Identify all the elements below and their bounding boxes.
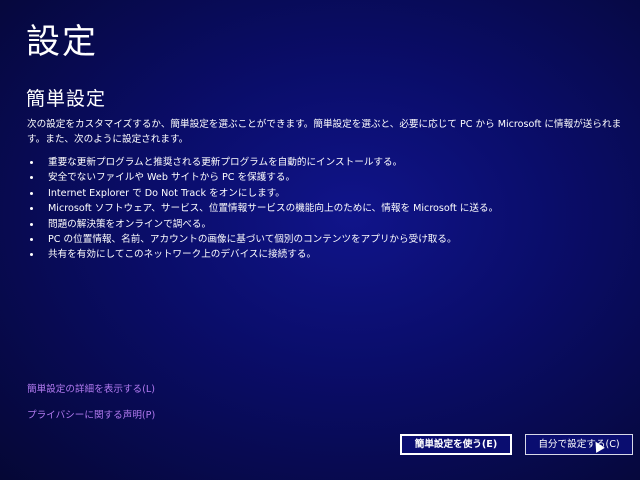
list-item: 重要な更新プログラムと推奨される更新プログラムを自動的にインストールする。 <box>27 155 627 170</box>
bullet-icon <box>30 238 33 242</box>
page-title: 設定 <box>26 22 98 62</box>
bullet-icon <box>30 222 33 226</box>
bullet-icon <box>30 207 33 211</box>
list-item-label: 問題の解決策をオンラインで調べる。 <box>48 218 212 230</box>
section-description: 次の設定をカスタマイズするか、簡単設定を選ぶことができます。簡単設定を選ぶと、必… <box>27 119 622 145</box>
list-item: 安全でないファイルや Web サイトから PC を保護する。 <box>27 170 627 185</box>
customize-button[interactable]: 自分で設定する(C) <box>525 434 633 455</box>
list-item: Microsoft ソフトウェア、サービス、位置情報サービスの機能向上のために、… <box>27 201 627 216</box>
oobe-settings-screen: 設定 簡単設定 次の設定をカスタマイズするか、簡単設定を選ぶことができます。簡単… <box>0 0 640 480</box>
list-item: 問題の解決策をオンラインで調べる。 <box>27 217 627 232</box>
list-item-label: Microsoft ソフトウェア、サービス、位置情報サービスの機能向上のために、… <box>48 203 499 215</box>
list-item-label: 重要な更新プログラムと推奨される更新プログラムを自動的にインストールする。 <box>48 157 403 168</box>
list-item: PC の位置情報、名前、アカウントの画像に基づいて個別のコンテンツをアプリから受… <box>27 232 627 247</box>
section-title: 簡単設定 <box>26 88 107 110</box>
list-item: 共有を有効にしてこのネットワーク上のデバイスに接続する。 <box>27 247 627 262</box>
privacy-statement-link[interactable]: プライバシーに関する声明(P) <box>27 407 155 421</box>
bullet-icon <box>30 191 33 195</box>
bullet-icon <box>30 176 33 180</box>
use-express-settings-button[interactable]: 簡単設定を使う(E) <box>400 434 512 455</box>
list-item: Internet Explorer で Do Not Track をオンにします… <box>27 186 627 201</box>
list-item-label: PC の位置情報、名前、アカウントの画像に基づいて個別のコンテンツをアプリから受… <box>48 234 457 246</box>
settings-list: 重要な更新プログラムと推奨される更新プログラムを自動的にインストールする。 安全… <box>27 155 627 263</box>
list-item-label: Internet Explorer で Do Not Track をオンにします… <box>48 187 285 199</box>
list-item-label: 共有を有効にしてこのネットワーク上のデバイスに接続する。 <box>48 249 317 261</box>
bullet-icon <box>30 161 33 164</box>
list-item-label: 安全でないファイルや Web サイトから PC を保護する。 <box>48 172 296 184</box>
express-settings-details-link[interactable]: 簡単設定の詳細を表示する(L) <box>27 381 155 395</box>
bullet-icon <box>30 253 33 257</box>
